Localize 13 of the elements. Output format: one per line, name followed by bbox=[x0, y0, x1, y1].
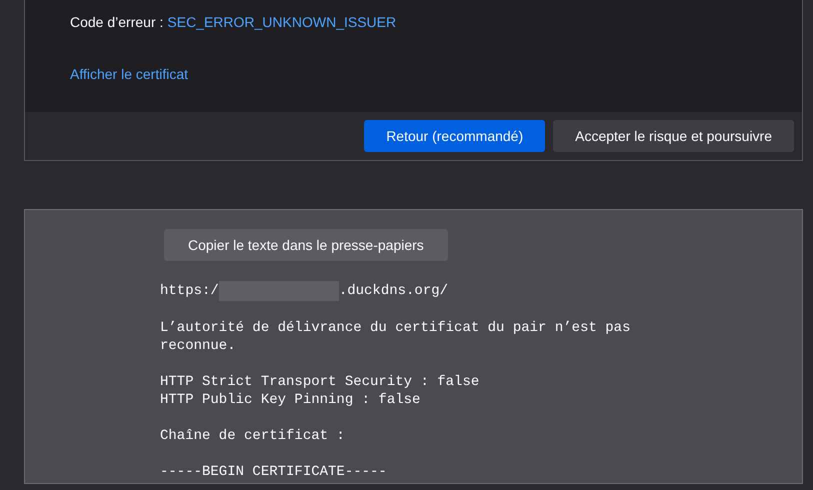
error-code-link[interactable]: SEC_ERROR_UNKNOWN_ISSUER bbox=[167, 14, 396, 30]
view-certificate-link[interactable]: Afficher le certificat bbox=[70, 66, 188, 82]
certificate-detail-line: L’autorité de délivrance du certificat du pair n’est pas reconnue. bbox=[160, 319, 632, 355]
copy-to-clipboard-button[interactable]: Copier le texte dans le presse-papiers bbox=[164, 229, 448, 261]
back-button[interactable]: Retour (recommandé) bbox=[364, 120, 546, 152]
accept-risk-button[interactable]: Accepter le risque et poursuivre bbox=[553, 120, 794, 152]
error-code-label: Code d’erreur : bbox=[70, 14, 164, 30]
url-suffix: .duckdns.org/ bbox=[338, 282, 448, 300]
certificate-detail-line: Chaîne de certificat : bbox=[160, 427, 346, 445]
url-prefix: https:/ bbox=[160, 282, 219, 300]
certificate-detail-line: HTTP Public Key Pinning : false bbox=[160, 391, 422, 409]
certificate-detail-line: HTTP Strict Transport Security : false bbox=[160, 373, 480, 391]
certificate-detail-line: -----BEGIN CERTIFICATE----- bbox=[160, 463, 388, 481]
